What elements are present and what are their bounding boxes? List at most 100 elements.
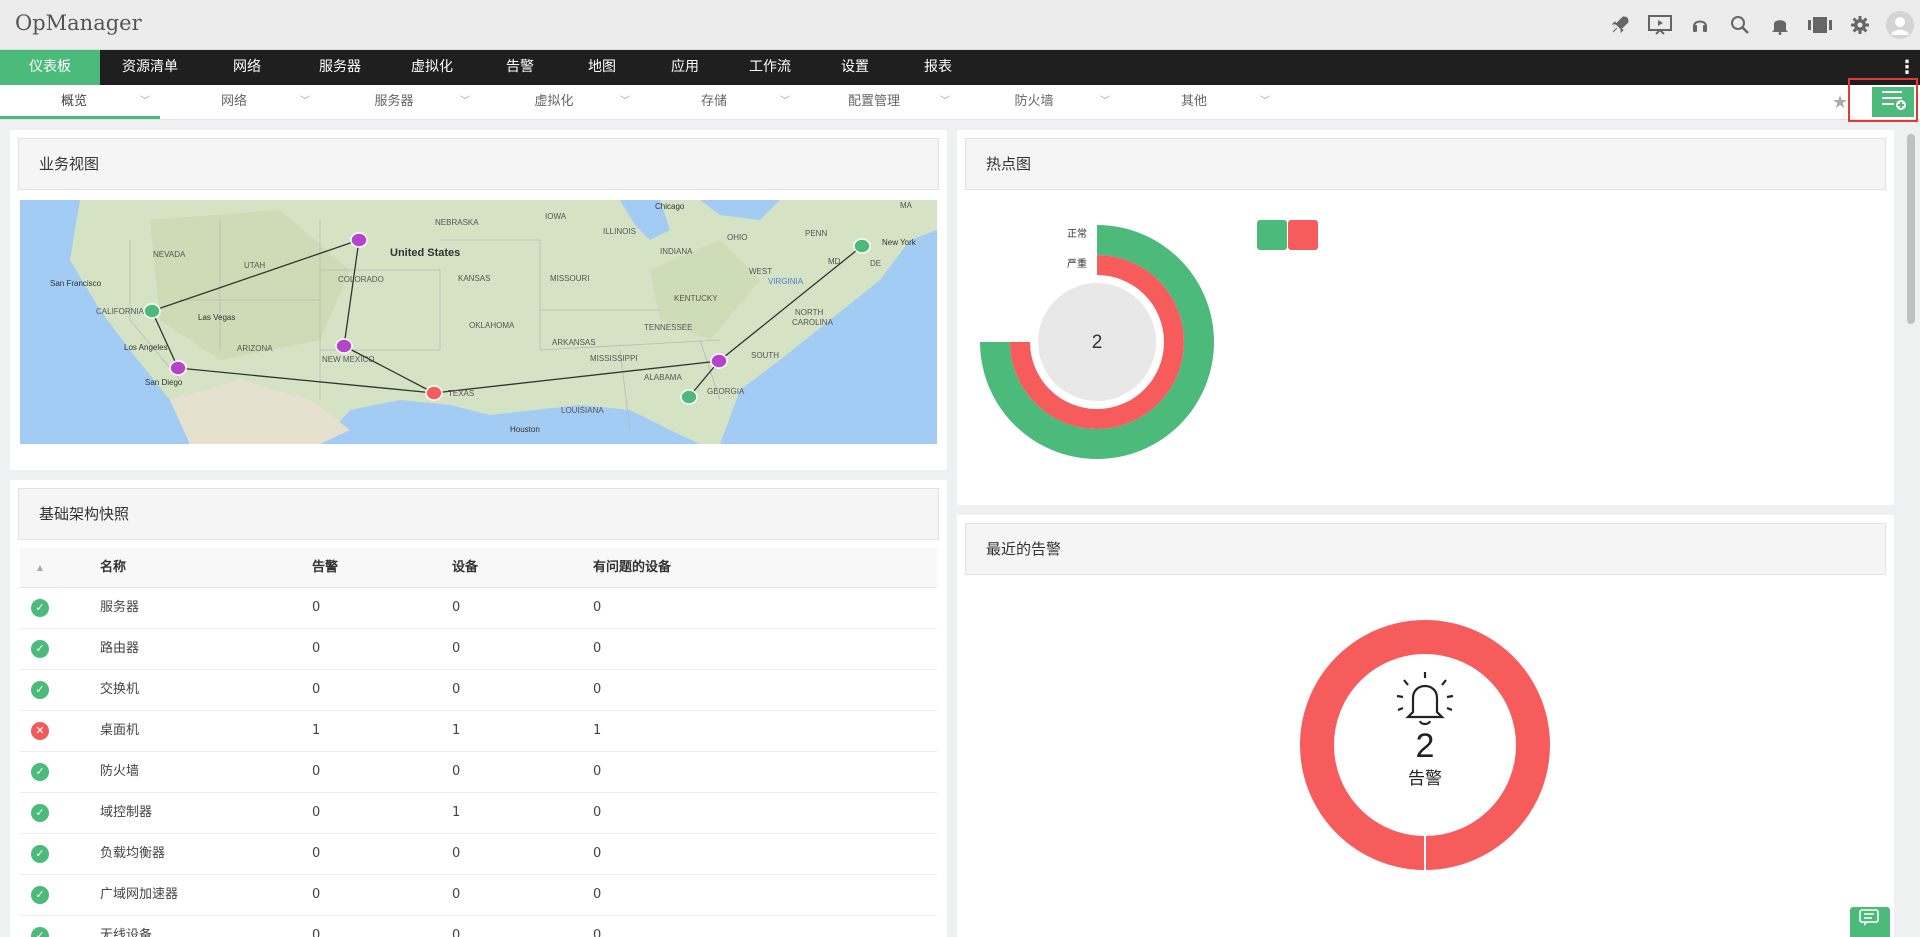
- nav-virtualization[interactable]: 虚拟化: [386, 50, 478, 85]
- subnav-config-mgmt[interactable]: 配置管理 ﹀: [800, 85, 960, 119]
- device-icon[interactable]: [1800, 0, 1840, 50]
- row-name[interactable]: 广域网加速器: [100, 875, 178, 915]
- legend-normal-swatch[interactable]: [1257, 220, 1287, 250]
- scrollbar-thumb[interactable]: [1907, 134, 1915, 324]
- status-cell: ✕: [20, 711, 60, 751]
- nav-inventory[interactable]: 资源清单: [100, 50, 200, 85]
- subnav-overview[interactable]: 概览 ﹀: [0, 85, 160, 119]
- row-alarms: 0: [312, 682, 321, 697]
- table-row[interactable]: ✓ 广域网加速器 0 0 0: [20, 875, 937, 916]
- map-label: TEXAS: [448, 389, 474, 398]
- subnav-label: 防火墙: [1014, 94, 1054, 109]
- subnav-firewall[interactable]: 防火墙 ﹀: [960, 85, 1120, 119]
- presentation-icon[interactable]: [1640, 0, 1680, 50]
- row-name[interactable]: 服务器: [100, 588, 139, 628]
- col-devices[interactable]: 设备: [452, 548, 478, 588]
- check-icon: ✓: [31, 803, 49, 822]
- row-name[interactable]: 域控制器: [100, 793, 152, 833]
- panel-title: 基础架构快照: [18, 488, 939, 540]
- subnav-label: 配置管理: [847, 94, 900, 109]
- map-label: MD: [828, 257, 841, 266]
- row-problem: 0: [593, 764, 602, 779]
- gear-icon[interactable]: [1840, 0, 1880, 50]
- legend-critical-swatch[interactable]: [1288, 220, 1318, 250]
- map-label: OHIO: [727, 233, 747, 242]
- nav-network[interactable]: 网络: [200, 50, 294, 85]
- table-row[interactable]: ✓ 无线设备 0 0 0: [20, 916, 937, 937]
- nav-apps[interactable]: 应用: [642, 50, 728, 85]
- col-alarms[interactable]: 告警: [312, 548, 338, 588]
- chevron-down-icon: ﹀: [1260, 96, 1270, 107]
- table-row[interactable]: ✕ 桌面机 1 1 1: [20, 711, 937, 752]
- status-cell: ✓: [20, 875, 60, 915]
- row-name[interactable]: 交换机: [100, 670, 139, 710]
- heatmap-chart[interactable]: 2 正常 严重: [975, 215, 1235, 465]
- sort-icon[interactable]: ▲: [20, 548, 60, 588]
- status-cell: ✓: [20, 670, 60, 710]
- row-devices: 0: [452, 682, 461, 697]
- row-devices: 0: [452, 641, 461, 656]
- bell-icon[interactable]: [1760, 0, 1800, 50]
- nav-settings[interactable]: 设置: [812, 50, 898, 85]
- table-row[interactable]: ✓ 负载均衡器 0 0 0: [20, 834, 937, 875]
- subnav-label: 虚拟化: [534, 94, 574, 109]
- row-problem: 0: [593, 887, 602, 902]
- row-alarms: 0: [312, 764, 321, 779]
- chevron-down-icon: ﹀: [780, 96, 790, 107]
- col-name[interactable]: 名称: [100, 548, 126, 588]
- map-label: IOWA: [545, 212, 567, 221]
- nav-reports[interactable]: 报表: [898, 50, 978, 85]
- rocket-icon[interactable]: [1600, 0, 1640, 50]
- subnav-network[interactable]: 网络 ﹀: [160, 85, 320, 119]
- alarms-donut[interactable]: 2 告警: [1300, 620, 1550, 870]
- map-label: MISSISSIPPI: [590, 354, 638, 363]
- table-row[interactable]: ✓ 域控制器 0 1 0: [20, 793, 937, 834]
- table-header: ▲ 名称 告警 设备 有问题的设备: [20, 548, 937, 588]
- map-label: COLORADO: [338, 275, 384, 284]
- subnav-virtualization[interactable]: 虚拟化 ﹀: [480, 85, 640, 119]
- page-scrollbar[interactable]: [1905, 122, 1917, 937]
- panel-title: 最近的告警: [965, 523, 1886, 575]
- row-problem: 1: [593, 723, 602, 738]
- nav-dashboard[interactable]: 仪表板: [0, 50, 100, 85]
- row-name[interactable]: 负载均衡器: [100, 834, 165, 874]
- check-icon: ✓: [31, 926, 49, 937]
- business-map[interactable]: United States NEVADA UTAH COLORADO NEBRA…: [20, 200, 937, 444]
- nav-workflow[interactable]: 工作流: [728, 50, 812, 85]
- map-label: Houston: [510, 425, 540, 434]
- table-row[interactable]: ✓ 防火墙 0 0 0: [20, 752, 937, 793]
- subnav-others[interactable]: 其他 ﹀: [1120, 85, 1280, 119]
- bell-icon: [1396, 672, 1454, 726]
- subnav-servers[interactable]: 服务器 ﹀: [320, 85, 480, 119]
- map-label: NEBRASKA: [435, 218, 479, 227]
- nav-servers[interactable]: 服务器: [294, 50, 386, 85]
- col-problem-devices[interactable]: 有问题的设备: [593, 548, 671, 588]
- chat-icon[interactable]: [1850, 907, 1890, 937]
- row-devices: 1: [452, 805, 461, 820]
- subnav-storage[interactable]: 存储 ﹀: [640, 85, 800, 119]
- table-row[interactable]: ✓ 路由器 0 0 0: [20, 629, 937, 670]
- star-icon[interactable]: ★: [1832, 92, 1848, 113]
- map-label: MISSOURI: [550, 274, 590, 283]
- row-name[interactable]: 无线设备: [100, 916, 152, 937]
- row-name[interactable]: 桌面机: [100, 711, 139, 751]
- row-name[interactable]: 防火墙: [100, 752, 139, 792]
- alarms-count: 2: [1416, 727, 1435, 765]
- support-icon[interactable]: [1680, 0, 1720, 50]
- map-label: MA: [900, 201, 913, 210]
- app-logo[interactable]: OpManager: [15, 11, 142, 35]
- nav-alarms[interactable]: 告警: [478, 50, 562, 85]
- chevron-down-icon: ﹀: [140, 96, 150, 107]
- chevron-down-icon: ﹀: [940, 96, 950, 107]
- check-icon: ✓: [31, 598, 49, 617]
- search-icon[interactable]: [1720, 0, 1760, 50]
- add-widget-button[interactable]: [1872, 87, 1914, 117]
- avatar-icon[interactable]: [1880, 0, 1920, 50]
- nav-maps[interactable]: 地图: [562, 50, 642, 85]
- row-name[interactable]: 路由器: [100, 629, 139, 669]
- panel-title: 热点图: [965, 138, 1886, 190]
- map-label: SOUTH: [751, 351, 779, 360]
- table-row[interactable]: ✓ 交换机 0 0 0: [20, 670, 937, 711]
- table-row[interactable]: ✓ 服务器 0 0 0: [20, 588, 937, 629]
- map-label: ILLINOIS: [603, 227, 636, 236]
